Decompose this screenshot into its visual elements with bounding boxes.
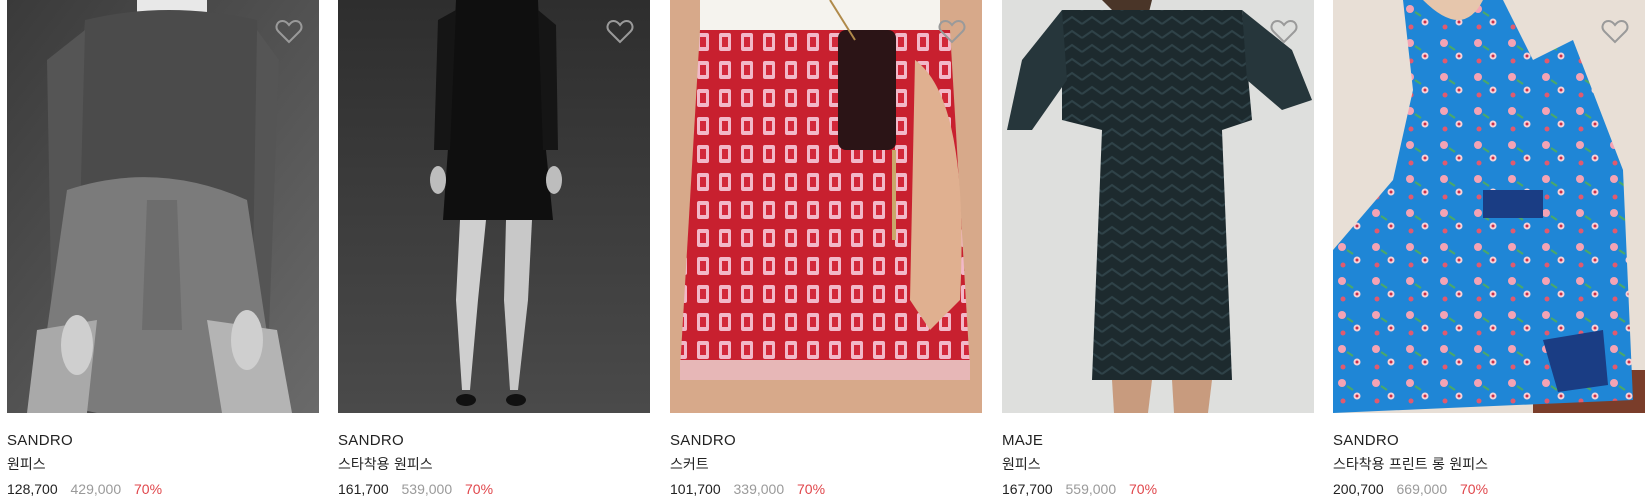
product-brand[interactable]: MAJE [1002, 432, 1314, 450]
black-mini-dress-photo [338, 0, 650, 413]
heart-icon[interactable] [1270, 18, 1298, 44]
original-price: 339,000 [733, 481, 785, 497]
discount-rate: 70% [134, 481, 163, 497]
product-brand[interactable]: SANDRO [338, 432, 650, 450]
discount-rate: 70% [465, 481, 494, 497]
discount-rate: 70% [1129, 481, 1158, 497]
product-image[interactable] [338, 0, 650, 413]
navy-lace-dress-photo [1002, 0, 1314, 413]
sale-price: 128,700 [7, 481, 58, 497]
product-prices: 128,700 429,000 70% [7, 480, 319, 498]
product-brand[interactable]: SANDRO [7, 432, 319, 450]
heart-icon[interactable] [938, 18, 966, 44]
product-card[interactable]: MAJE 원피스 167,700 559,000 70% [1002, 0, 1314, 498]
original-price: 559,000 [1065, 481, 1117, 497]
product-brand[interactable]: SANDRO [670, 432, 982, 450]
original-price: 669,000 [1396, 481, 1448, 497]
product-grid: SANDRO 원피스 128,700 429,000 70% SANDRO 스타… [0, 0, 1645, 503]
product-brand[interactable]: SANDRO [1333, 432, 1645, 450]
product-card[interactable]: SANDRO 스타착용 원피스 161,700 539,000 70% [338, 0, 650, 498]
product-image[interactable] [1002, 0, 1314, 413]
product-prices: 167,700 559,000 70% [1002, 480, 1314, 498]
discount-rate: 70% [797, 481, 826, 497]
product-card[interactable]: SANDRO 스커트 101,700 339,000 70% [670, 0, 982, 498]
product-prices: 101,700 339,000 70% [670, 480, 982, 498]
product-image[interactable] [670, 0, 982, 413]
heart-icon[interactable] [1601, 18, 1629, 44]
heart-icon[interactable] [275, 18, 303, 44]
red-lace-skirt-photo [670, 0, 982, 413]
product-name[interactable]: 스커트 [670, 456, 982, 474]
grey-knit-dress-photo [7, 0, 319, 413]
sale-price: 161,700 [338, 481, 389, 497]
product-name[interactable]: 원피스 [7, 456, 319, 474]
sale-price: 167,700 [1002, 481, 1053, 497]
product-name[interactable]: 원피스 [1002, 456, 1314, 474]
sale-price: 101,700 [670, 481, 721, 497]
blue-floral-dress-photo [1333, 0, 1645, 413]
original-price: 539,000 [401, 481, 453, 497]
product-card[interactable]: SANDRO 스타착용 프린트 롱 원피스 200,700 669,000 70… [1333, 0, 1645, 498]
product-image[interactable] [1333, 0, 1645, 413]
product-name[interactable]: 스타착용 원피스 [338, 456, 650, 474]
original-price: 429,000 [70, 481, 122, 497]
heart-icon[interactable] [606, 18, 634, 44]
product-name[interactable]: 스타착용 프린트 롱 원피스 [1333, 456, 1645, 474]
product-prices: 161,700 539,000 70% [338, 480, 650, 498]
discount-rate: 70% [1460, 481, 1489, 497]
product-image[interactable] [7, 0, 319, 413]
sale-price: 200,700 [1333, 481, 1384, 497]
product-prices: 200,700 669,000 70% [1333, 480, 1645, 498]
product-card[interactable]: SANDRO 원피스 128,700 429,000 70% [7, 0, 319, 498]
